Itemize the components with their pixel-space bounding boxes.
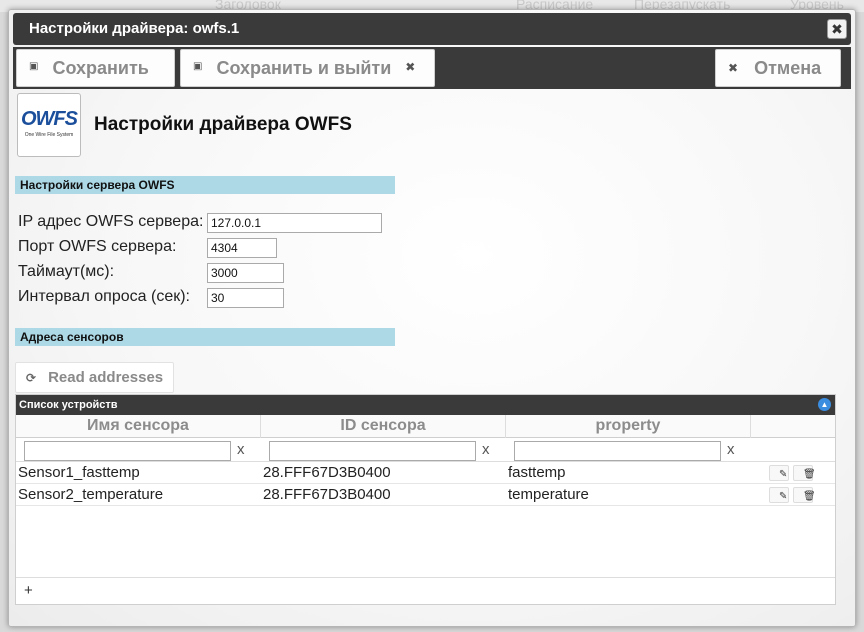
- sensor-addresses-header: Адреса сенсоров: [15, 328, 395, 346]
- filter-sensor-id-input[interactable]: [269, 441, 476, 461]
- logo-word: OWFS: [21, 108, 78, 130]
- save-label: Сохранить: [52, 58, 149, 78]
- pencil-icon: ✎: [779, 491, 788, 502]
- grid-column-headers: Имя сенсора ID сенсора property: [16, 415, 835, 438]
- poll-interval-input[interactable]: [207, 288, 284, 308]
- cell-property: fasttemp: [508, 464, 566, 481]
- cancel-label: Отмена: [754, 58, 822, 78]
- close-small-icon: ✖: [728, 61, 739, 76]
- close-button[interactable]: ✖: [827, 19, 847, 39]
- save-exit-label: Сохранить и выйти: [216, 58, 392, 78]
- column-header-sensor-id[interactable]: ID сенсора: [261, 415, 506, 438]
- read-addresses-button[interactable]: ⟳ Read addresses: [15, 362, 174, 393]
- cell-sensor-name: Sensor2_temperature: [18, 486, 164, 503]
- refresh-icon: ⟳: [26, 371, 37, 385]
- cell-sensor-name: Sensor1_fasttemp: [18, 464, 140, 481]
- filter-sensor-name-input[interactable]: [24, 441, 231, 461]
- timeout-label: Таймаут(мс):: [18, 263, 115, 280]
- owfs-logo: OWFS One Wire File System: [17, 93, 81, 157]
- close-icon: ✖: [831, 21, 843, 37]
- edit-row-button[interactable]: ✎: [769, 487, 789, 503]
- driver-settings-dialog: Настройки драйвера: owfs.1 ✖ ▣ Сохранить …: [8, 9, 856, 627]
- server-section-header: Настройки сервера OWFS: [15, 176, 395, 194]
- table-row[interactable]: Sensor2_temperature 28.FFF67D3B0400 temp…: [16, 484, 835, 506]
- column-header-actions: [751, 415, 835, 438]
- grid-caption: Список устройств ▲: [16, 395, 835, 415]
- delete-row-button[interactable]: 🗑: [793, 487, 816, 503]
- cancel-button[interactable]: ✖ Отмена: [715, 49, 841, 87]
- pencil-icon: ✎: [779, 469, 788, 480]
- clear-filter-property[interactable]: x: [727, 441, 735, 458]
- cell-sensor-id: 28.FFF67D3B0400: [263, 464, 391, 481]
- collapse-icon[interactable]: ▲: [818, 398, 831, 411]
- dialog-titlebar[interactable]: Настройки драйвера: owfs.1 ✖: [13, 13, 851, 45]
- save-and-exit-button[interactable]: ▣ Сохранить и выйти ✖: [180, 49, 435, 87]
- edit-row-button[interactable]: ✎: [769, 465, 789, 481]
- port-label: Порт OWFS сервера:: [18, 238, 177, 255]
- table-row[interactable]: Sensor1_fasttemp 28.FFF67D3B0400 fasttem…: [16, 462, 835, 484]
- ip-label: IP адрес OWFS сервера:: [18, 213, 204, 230]
- clear-filter-sensor-name[interactable]: x: [237, 441, 245, 458]
- devices-grid: Список устройств ▲ Имя сенсора ID сенсор…: [15, 394, 836, 605]
- grid-filter-row: x x x: [16, 438, 835, 462]
- read-addresses-label: Read addresses: [48, 369, 164, 386]
- cell-sensor-id: 28.FFF67D3B0400: [263, 486, 391, 503]
- column-header-property[interactable]: property: [506, 415, 751, 438]
- timeout-input[interactable]: [207, 263, 284, 283]
- dialog-toolbar: ▣ Сохранить ▣ Сохранить и выйти ✖ ✖ Отмена: [13, 47, 851, 89]
- grid-pager: +: [16, 577, 835, 604]
- page-title: Настройки драйвера OWFS: [94, 114, 352, 135]
- floppy-disk-icon: ▣: [193, 61, 203, 73]
- save-button[interactable]: ▣ Сохранить: [16, 49, 175, 87]
- logo-subtext: One Wire File System: [24, 132, 74, 138]
- column-header-sensor-name[interactable]: Имя сенсора: [16, 415, 261, 438]
- ip-address-input[interactable]: [207, 213, 382, 233]
- trash-icon: 🗑: [803, 469, 816, 480]
- port-input[interactable]: [207, 238, 277, 258]
- poll-interval-label: Интервал опроса (сек):: [18, 288, 190, 305]
- cell-property: temperature: [508, 486, 589, 503]
- delete-row-button[interactable]: 🗑: [793, 465, 816, 481]
- add-row-button[interactable]: +: [24, 582, 33, 599]
- filter-property-input[interactable]: [514, 441, 721, 461]
- clear-filter-sensor-id[interactable]: x: [482, 441, 490, 458]
- close-small-icon: ✖: [405, 60, 416, 75]
- floppy-disk-icon: ▣: [29, 61, 39, 73]
- grid-caption-text: Список устройств: [19, 399, 118, 411]
- trash-icon: 🗑: [803, 491, 816, 502]
- dialog-title: Настройки драйвера: owfs.1: [29, 20, 240, 37]
